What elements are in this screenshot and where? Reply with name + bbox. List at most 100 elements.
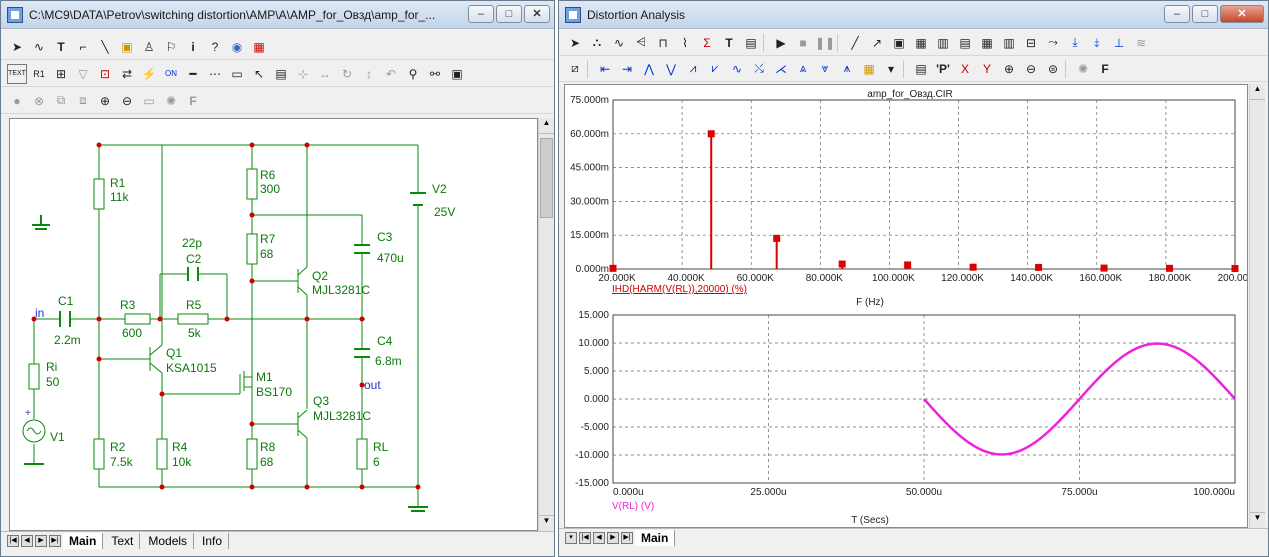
analysis-tab-main[interactable]: Main bbox=[635, 529, 676, 546]
pin-connections-icon[interactable]: ⊡ bbox=[95, 64, 115, 84]
next-page-icon[interactable]: ▶ bbox=[35, 534, 47, 547]
point-icon[interactable]: ◉ bbox=[227, 37, 247, 57]
minor-grid-icon[interactable]: ▥ bbox=[933, 33, 953, 53]
flip-icon[interactable]: ↕ bbox=[359, 64, 379, 84]
global-low-icon[interactable]: ⋌ bbox=[771, 59, 791, 79]
select-arrow-icon[interactable]: ➤ bbox=[7, 37, 27, 57]
text-tool-icon[interactable]: T bbox=[51, 37, 71, 57]
bottom-icon[interactable]: ⩔ bbox=[815, 59, 835, 79]
tab-info[interactable]: Info bbox=[196, 532, 230, 549]
mirror-icon[interactable]: ↔ bbox=[315, 64, 335, 84]
peak-icon[interactable]: ⤓ bbox=[1065, 33, 1085, 53]
horizontal-grid-icon[interactable]: ▤ bbox=[955, 33, 975, 53]
tab-main[interactable]: Main bbox=[63, 532, 104, 549]
text-tool-icon[interactable]: T bbox=[719, 33, 739, 53]
zoom-fit-icon[interactable]: ⊜ bbox=[1043, 59, 1063, 79]
cancel-icon[interactable]: ⊗ bbox=[29, 91, 49, 111]
first-page-icon[interactable]: |◀ bbox=[7, 534, 19, 547]
model-icon[interactable]: ▦ bbox=[249, 37, 269, 57]
run-icon[interactable]: ▶ bbox=[771, 33, 791, 53]
zoom-out-icon[interactable]: ⊖ bbox=[1021, 59, 1041, 79]
grid-snap-icon[interactable]: ⊹ bbox=[293, 64, 313, 84]
arrow-line-icon[interactable]: ↗ bbox=[867, 33, 887, 53]
dropdown-icon[interactable]: ▾ bbox=[881, 59, 901, 79]
pause-icon[interactable]: ❚❚ bbox=[815, 33, 835, 53]
last-page-icon[interactable]: ▶| bbox=[49, 534, 61, 547]
font-icon[interactable]: F bbox=[1095, 59, 1115, 79]
bus-icon[interactable]: ▣ bbox=[117, 37, 137, 57]
analysis-first-page-icon[interactable]: |◀ bbox=[579, 531, 591, 544]
waveform-series-label[interactable]: V(RL) (V) bbox=[612, 501, 654, 512]
info-icon[interactable]: i bbox=[183, 37, 203, 57]
y-axis-icon[interactable]: Y bbox=[977, 59, 997, 79]
axis-icon[interactable]: ▦ bbox=[977, 33, 997, 53]
harmonics-series-label[interactable]: IHD(HARM(V(RL)),20000) (%) bbox=[612, 284, 747, 295]
tokens-icon[interactable]: ≋ bbox=[1131, 33, 1151, 53]
stop-icon[interactable]: ● bbox=[7, 91, 27, 111]
plot-area[interactable]: amp_for_Овзд.CIR 75.000m 60.000m 45.000m 30… bbox=[564, 84, 1248, 528]
top-icon[interactable]: ⩓ bbox=[793, 59, 813, 79]
valley-icon[interactable]: ⤈ bbox=[1087, 33, 1107, 53]
curve-icon[interactable]: ⌇ bbox=[675, 33, 695, 53]
x-axis-icon[interactable]: X bbox=[955, 59, 975, 79]
tab-models[interactable]: Models bbox=[142, 532, 195, 549]
schematic-titlebar[interactable]: C:\MC9\DATA\Petrov\switching distortion\… bbox=[1, 1, 554, 29]
select-icon[interactable]: ➤ bbox=[565, 33, 585, 53]
trace-icon[interactable]: ⊟ bbox=[1021, 33, 1041, 53]
analysis-minimize-button[interactable]: – bbox=[1164, 5, 1190, 23]
diagonal-wire-icon[interactable]: ╲ bbox=[95, 37, 115, 57]
analysis-close-button[interactable]: ✕ bbox=[1220, 5, 1264, 23]
current-icon[interactable]: ⚡ bbox=[139, 64, 159, 84]
analysis-last-page-icon[interactable]: ▶| bbox=[621, 531, 633, 544]
zoom-in-icon[interactable]: ⊕ bbox=[95, 91, 115, 111]
find-icon[interactable]: ⚲ bbox=[403, 64, 423, 84]
point-icon[interactable]: ⩚ bbox=[837, 59, 857, 79]
stop-icon[interactable]: ■ bbox=[793, 33, 813, 53]
cursor-icon[interactable]: ↖ bbox=[249, 64, 269, 84]
analysis-prev-page-icon[interactable]: ◀ bbox=[593, 531, 605, 544]
text-mode-icon[interactable]: TEXT bbox=[7, 63, 27, 84]
palette-icon[interactable]: ▦ bbox=[859, 59, 879, 79]
wire-icon[interactable]: ⌐ bbox=[73, 37, 93, 57]
stepping-icon[interactable]: ⊓ bbox=[653, 33, 673, 53]
wave-icon[interactable]: ∿ bbox=[609, 33, 629, 53]
frame-icon[interactable]: ▣ bbox=[889, 33, 909, 53]
scale-icon[interactable]: ⩤ bbox=[631, 33, 651, 53]
baseline-icon[interactable]: ▥ bbox=[999, 33, 1019, 53]
next-valley-icon[interactable]: ⋁ bbox=[661, 59, 681, 79]
properties-icon[interactable]: ▤ bbox=[741, 33, 761, 53]
undo-icon[interactable]: ↶ bbox=[381, 64, 401, 84]
properties-icon[interactable]: ▤ bbox=[271, 64, 291, 84]
folder-icon[interactable]: ▭ bbox=[139, 91, 159, 111]
schematic-canvas[interactable]: R1 11k R2 7.5k R3 600 R4 10k R5 5k R6 30… bbox=[9, 118, 538, 531]
grid-text-icon[interactable]: ▽ bbox=[73, 64, 93, 84]
attribute-text-icon[interactable]: ⊞ bbox=[51, 64, 71, 84]
next-peak-icon[interactable]: ⋀ bbox=[639, 59, 659, 79]
analysis-menu-icon[interactable]: ▾ bbox=[565, 531, 577, 544]
tab-text[interactable]: Text bbox=[105, 532, 141, 549]
formula-icon[interactable]: Σ bbox=[697, 33, 717, 53]
data-points-icon[interactable]: ⤳ bbox=[1043, 33, 1063, 53]
page-setup-icon[interactable]: ▣ bbox=[447, 64, 467, 84]
globe-icon[interactable]: ✺ bbox=[161, 91, 181, 111]
schematic-vertical-scrollbar[interactable]: ▲ ▼ bbox=[538, 118, 554, 531]
analysis-maximize-button[interactable]: □ bbox=[1192, 5, 1218, 23]
wire-mode-icon[interactable]: ━ bbox=[183, 64, 203, 84]
graphics-icon[interactable]: ♙ bbox=[139, 37, 159, 57]
maximize-button[interactable]: □ bbox=[496, 5, 522, 23]
dots-icon[interactable]: ⋯ bbox=[205, 64, 225, 84]
page-label-icon[interactable]: 'P' bbox=[933, 59, 953, 79]
component-icon[interactable]: ∿ bbox=[29, 37, 49, 57]
high-icon[interactable]: ⩘ bbox=[683, 59, 703, 79]
cursor-left-icon[interactable]: ⇤ bbox=[595, 59, 615, 79]
node-voltages-icon[interactable]: ⇄ bbox=[117, 64, 137, 84]
global-high-icon[interactable]: ⤯ bbox=[749, 59, 769, 79]
analysis-next-page-icon[interactable]: ▶ bbox=[607, 531, 619, 544]
help-icon[interactable]: ? bbox=[205, 37, 225, 57]
slope-icon[interactable]: ⊥ bbox=[1109, 33, 1129, 53]
analysis-vertical-scrollbar[interactable]: ▲ ▼ bbox=[1249, 84, 1265, 528]
prev-page-icon[interactable]: ◀ bbox=[21, 534, 33, 547]
zoom-out-icon[interactable]: ⊖ bbox=[117, 91, 137, 111]
scale-mode-icon[interactable]: ⧄ bbox=[565, 59, 585, 79]
schematic-drawing[interactable]: R1 11k R2 7.5k R3 600 R4 10k R5 5k R6 30… bbox=[10, 119, 538, 531]
